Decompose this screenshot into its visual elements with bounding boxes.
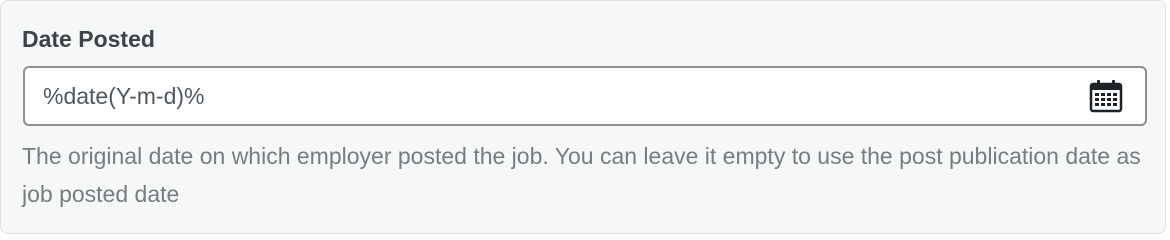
date-posted-label: Date Posted [22, 26, 155, 52]
date-posted-field[interactable] [23, 66, 1147, 126]
date-posted-description: The original date on which employer post… [22, 143, 1141, 207]
calendar-icon[interactable] [1089, 79, 1123, 113]
date-posted-panel: Date Posted %date(Y-m-d)% The original d… [0, 0, 1166, 234]
date-posted-input[interactable] [25, 68, 1075, 124]
